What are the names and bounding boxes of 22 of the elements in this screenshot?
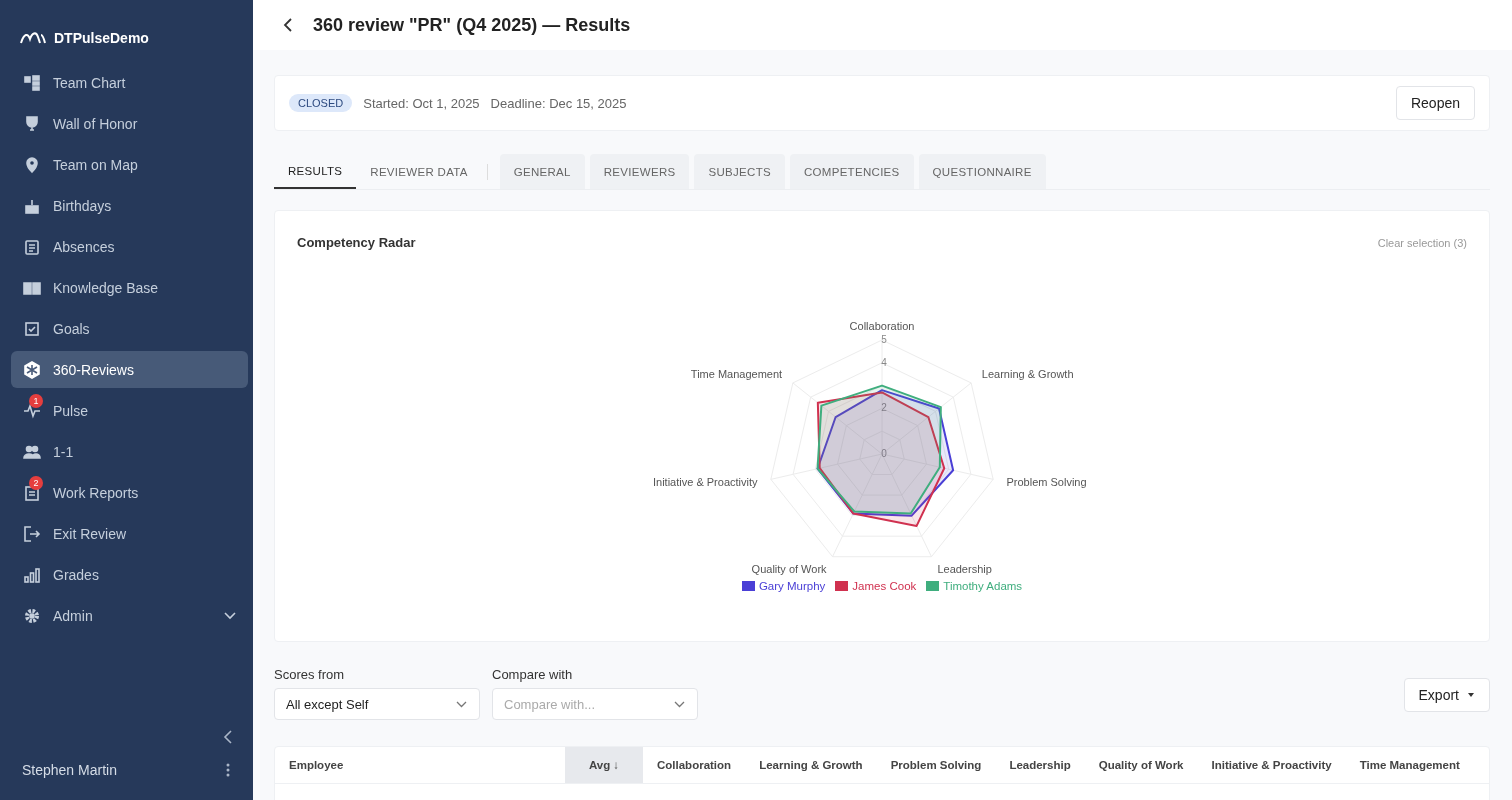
axis-label: Problem Solving [1006, 476, 1087, 489]
chart-title: Competency Radar [297, 235, 416, 250]
brand-name: DTPulseDemo [54, 29, 149, 46]
user-name: Stephen Martin [22, 762, 117, 778]
status-badge: CLOSED [289, 94, 353, 112]
axis-label: Learning & Growth [981, 368, 1074, 381]
axis-tick: 4 [881, 356, 887, 368]
axis-tick: 2 [881, 402, 887, 414]
notification-badge: 2 [29, 475, 43, 490]
axis-label: Time Management [690, 368, 783, 381]
filter-label: Scores from [274, 667, 346, 682]
axis-tick: 0 [881, 448, 887, 459]
deadline-date: Deadline: Dec 15, 2025 [490, 95, 627, 111]
axis-label: Quality of Work [751, 563, 827, 576]
page-title: 360 review "PR" (Q4 2025) — Results [313, 14, 631, 36]
axis-label: Leadership [937, 563, 992, 576]
filter-label: Compare with [492, 667, 574, 682]
axis-label: Collaboration [849, 320, 915, 333]
axis-tick: 5 [881, 334, 887, 345]
start-date: Started: Oct 1, 2025 [363, 95, 480, 111]
notification-badge: 1 [29, 393, 43, 408]
axis-label: Initiative & Proactivity [652, 476, 758, 489]
